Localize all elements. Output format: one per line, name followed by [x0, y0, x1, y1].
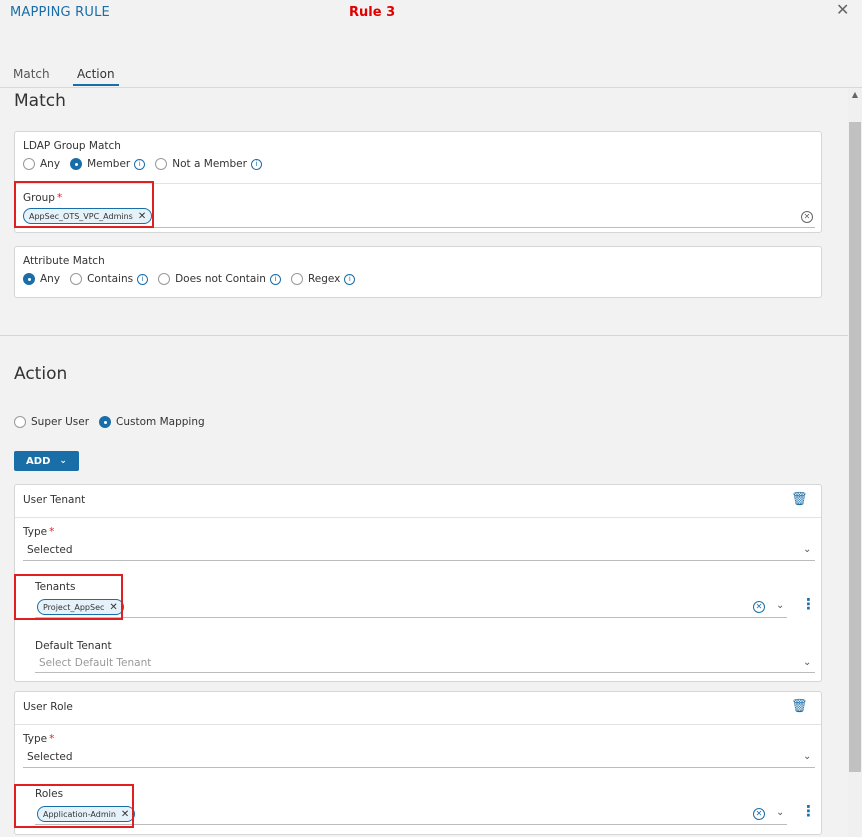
mode-option-super-user[interactable]: Super User [14, 416, 89, 428]
radio-selected-icon [70, 158, 83, 170]
user-role-title: User Role [23, 701, 73, 713]
info-icon[interactable]: i [344, 273, 356, 285]
dialog-title: MAPPING RULE [10, 5, 110, 20]
mapping-mode-radio-group: Super User Custom Mapping [14, 416, 215, 428]
tab-action[interactable]: Action [73, 67, 119, 86]
ldap-option-not-member[interactable]: Not a Member i [155, 158, 262, 170]
attribute-option-contains[interactable]: Contains i [70, 273, 149, 285]
chevron-down-icon: ⌄ [59, 456, 67, 466]
ldap-option-member[interactable]: Member i [70, 158, 146, 170]
radio-icon [14, 416, 26, 428]
info-icon[interactable]: i [134, 158, 146, 170]
add-dropdown-button[interactable]: ADD ⌄ [14, 451, 79, 471]
tenant-type-underline [23, 560, 815, 561]
scrollbar-thumb[interactable] [849, 122, 861, 772]
clear-group-icon[interactable]: ✕ [801, 211, 813, 223]
clear-tenants-icon[interactable]: ✕ [753, 601, 765, 613]
delete-role-icon[interactable]: 🗑 [791, 699, 808, 714]
roles-underline [35, 824, 787, 825]
attribute-option-any[interactable]: Any [23, 273, 60, 285]
info-icon[interactable]: i [250, 158, 262, 170]
radio-selected-icon [99, 416, 112, 428]
chevron-down-icon[interactable]: ⌄ [803, 657, 811, 668]
scroll-up-arrow-icon[interactable]: ▲ [849, 90, 861, 102]
mode-option-custom-mapping[interactable]: Custom Mapping [99, 416, 205, 428]
radio-icon [290, 273, 303, 285]
card-divider [15, 724, 821, 725]
user-role-card: User Role 🗑 Type * Selected ⌄ Roles Appli… [14, 691, 822, 835]
info-icon[interactable]: i [137, 273, 149, 285]
user-tenant-card: User Tenant 🗑 Type * Selected ⌄ Tenants P… [14, 484, 822, 682]
chevron-down-icon[interactable]: ⌄ [776, 600, 784, 611]
attribute-match-card: Attribute Match Any Contains i Does not C… [14, 246, 822, 298]
role-type-underline [23, 767, 815, 768]
tenant-more-options-icon[interactable]: ⋮ [801, 597, 816, 612]
default-tenant-underline [35, 672, 815, 673]
attribute-match-label: Attribute Match [23, 255, 105, 267]
roles-highlight-box [14, 784, 134, 828]
delete-tenant-icon[interactable]: 🗑 [791, 492, 808, 507]
role-more-options-icon[interactable]: ⋮ [801, 804, 816, 819]
tabs-divider [0, 87, 862, 88]
rule-label: Rule 3 [349, 5, 396, 20]
attribute-option-not-contain[interactable]: Does not Contain i [158, 273, 281, 285]
tenants-underline [35, 617, 787, 618]
info-icon[interactable]: i [269, 273, 281, 285]
match-heading: Match [14, 91, 66, 111]
action-heading: Action [14, 364, 68, 384]
card-divider [15, 517, 821, 518]
chevron-down-icon[interactable]: ⌄ [776, 807, 784, 818]
ldap-group-match-label: LDAP Group Match [23, 140, 121, 152]
radio-icon [23, 158, 35, 170]
chevron-down-icon[interactable]: ⌄ [803, 544, 811, 555]
radio-icon [155, 158, 168, 170]
tenant-type-label: Type * [23, 526, 55, 538]
role-type-label: Type * [23, 733, 55, 745]
close-icon[interactable]: ✕ [836, 0, 849, 19]
tab-match[interactable]: Match [13, 67, 50, 81]
radio-icon [158, 273, 171, 285]
role-type-select[interactable]: Selected [27, 751, 73, 763]
group-highlight-box [14, 181, 154, 228]
ldap-option-any[interactable]: Any [23, 158, 60, 170]
tenant-type-select[interactable]: Selected [27, 544, 73, 556]
tenants-highlight-box [14, 574, 123, 620]
radio-icon [70, 273, 83, 285]
radio-selected-icon [23, 273, 35, 285]
attribute-option-regex[interactable]: Regex i [290, 273, 356, 285]
default-tenant-select[interactable]: Select Default Tenant [39, 657, 151, 669]
ldap-radio-group: Any Member i Not a Member i [23, 158, 272, 170]
user-tenant-title: User Tenant [23, 494, 86, 506]
attribute-radio-group: Any Contains i Does not Contain i Regex i [23, 273, 365, 285]
chevron-down-icon[interactable]: ⌄ [803, 751, 811, 762]
section-divider [0, 335, 848, 336]
clear-roles-icon[interactable]: ✕ [753, 808, 765, 820]
default-tenant-label: Default Tenant [35, 640, 112, 652]
